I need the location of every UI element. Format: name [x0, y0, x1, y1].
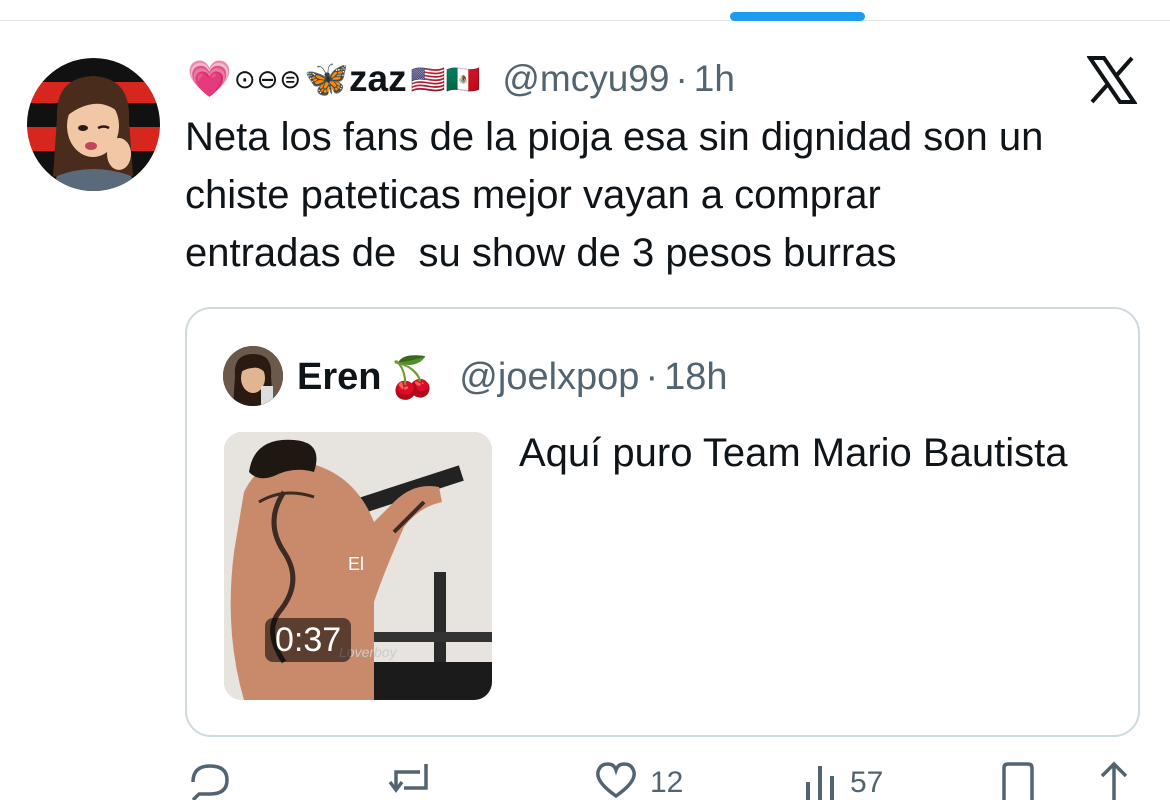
author-name[interactable]: 💗 ⊙⊖⊜ 🦋 zaz 🇺🇸🇲🇽 [187, 58, 480, 100]
separator-dot: · [675, 58, 688, 99]
like-count: 12 [650, 766, 684, 799]
video-overlay-text: El [348, 554, 364, 574]
views-count: 57 [850, 766, 884, 799]
separator-dot: · [645, 355, 659, 398]
views-button[interactable]: 57 [800, 760, 883, 800]
author-handle[interactable]: @mcyu99 [502, 58, 669, 100]
tweet-action-bar: 12 57 [0, 760, 1170, 800]
tweet-timestamp[interactable]: 1h [694, 58, 735, 100]
share-button[interactable] [1096, 760, 1132, 800]
quoted-tweet-timestamp[interactable]: 18h [664, 356, 727, 399]
flag-emojis: 🇺🇸🇲🇽 [410, 63, 481, 95]
x-logo-icon[interactable] [1086, 55, 1138, 105]
name-decoration: ⊙⊖⊜ [233, 63, 303, 94]
tab-indicator [730, 12, 865, 21]
tweet-text: Neta los fans de la pioja esa sin dignid… [185, 115, 1044, 275]
video-duration-badge: 0:37 [265, 618, 352, 662]
reply-icon [191, 764, 229, 800]
tweet-header: 💗 ⊙⊖⊜ 🦋 zaz 🇺🇸🇲🇽 @mcyu99 · 1h [187, 52, 735, 106]
heart-emoji: 💗 [187, 58, 232, 99]
butterfly-emoji: 🦋 [304, 58, 350, 99]
author-name-text: zaz [349, 58, 407, 99]
quoted-author-avatar[interactable] [223, 346, 283, 406]
share-icon [1100, 761, 1128, 800]
quoted-author-handle[interactable]: @joelxpop [459, 356, 639, 399]
reply-button[interactable] [187, 760, 233, 800]
retweet-button[interactable] [386, 760, 436, 800]
quoted-author-name[interactable]: Eren [297, 356, 381, 399]
quoted-video-thumbnail[interactable]: El Loverboy 0:37 [224, 432, 492, 700]
retweet-icon [388, 764, 428, 793]
quoted-tweet-header: Eren 🍒 @joelxpop · 18h [297, 349, 728, 405]
like-button[interactable]: 12 [592, 760, 683, 800]
quoted-tweet-text: Aquí puro Team Mario Bautista [519, 431, 1068, 475]
bookmark-button[interactable] [998, 760, 1038, 800]
quoted-tweet-card[interactable]: Eren 🍒 @joelxpop · 18h El Loverboy 0:37 … [185, 307, 1140, 737]
heart-icon [596, 762, 636, 799]
bookmark-icon [1002, 762, 1034, 800]
views-icon [806, 766, 834, 800]
author-avatar[interactable] [27, 58, 160, 191]
cherry-emoji: 🍒 [387, 355, 438, 400]
top-divider [0, 20, 1170, 21]
